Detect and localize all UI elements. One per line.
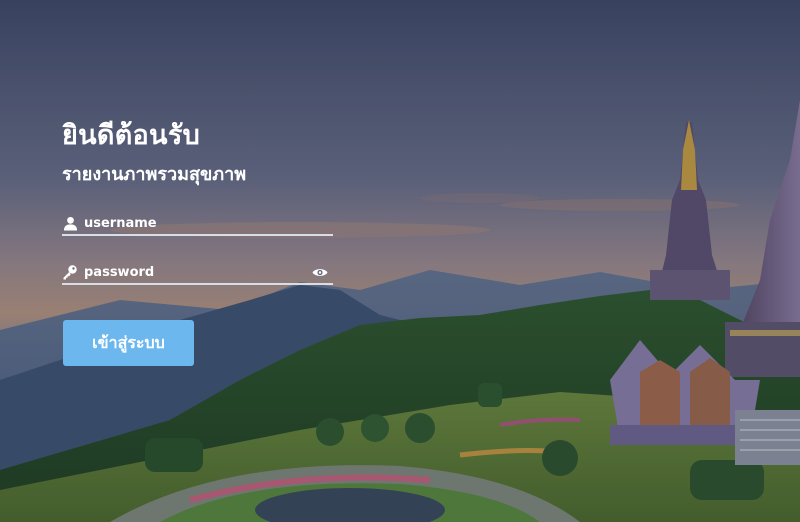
user-icon [62, 215, 78, 231]
page-subtitle: รายงานภาพรวมสุขภาพ [62, 164, 247, 185]
key-icon [62, 264, 78, 280]
username-input[interactable] [84, 215, 333, 231]
welcome-title: ยินดีต้อนรับ [62, 120, 201, 151]
login-button[interactable]: เข้าสู่ระบบ [63, 320, 194, 366]
password-input[interactable] [84, 264, 311, 280]
username-field [62, 212, 333, 236]
eye-icon[interactable] [311, 264, 329, 280]
password-field [62, 261, 333, 285]
login-panel: ยินดีต้อนรับ รายงานภาพรวมสุขภาพ เข้าสู่ร… [62, 118, 342, 366]
